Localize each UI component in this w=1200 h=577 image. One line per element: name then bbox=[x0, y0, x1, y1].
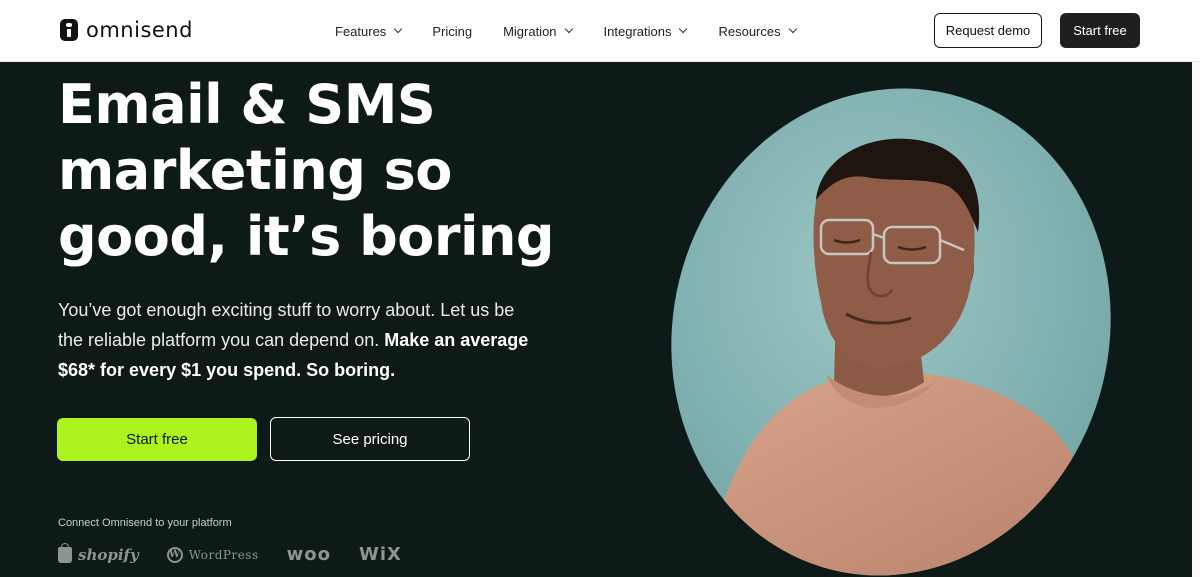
wix-logo[interactable]: WiX bbox=[359, 544, 402, 565]
platform-name: WiX bbox=[358, 544, 402, 565]
request-demo-button[interactable]: Request demo bbox=[934, 13, 1042, 48]
hero-section: Email & SMS marketing so good, it’s bori… bbox=[0, 62, 1192, 577]
headline-line: Email & SMS bbox=[58, 73, 436, 136]
headline-line: marketing so bbox=[58, 139, 452, 202]
nav-item-label: Integrations bbox=[603, 23, 672, 39]
hero-subheadline: You’ve got enough exciting stuff to worr… bbox=[58, 295, 538, 385]
hero-portrait-image bbox=[666, 82, 1116, 577]
chevron-down-icon bbox=[394, 24, 403, 34]
page-edge bbox=[1192, 62, 1200, 577]
platform-name: shopify bbox=[78, 545, 139, 564]
chevron-down-icon bbox=[679, 24, 688, 34]
hero-headline: Email & SMS marketing so good, it’s bori… bbox=[58, 72, 618, 270]
headline-line: good, it’s boring bbox=[58, 205, 555, 268]
nav-item-label: Migration bbox=[503, 23, 557, 39]
see-pricing-button[interactable]: See pricing bbox=[270, 417, 470, 461]
nav-item-label: Features bbox=[335, 23, 387, 39]
shopping-bag-icon bbox=[58, 542, 72, 563]
wordpress-logo[interactable]: W WordPress bbox=[166, 546, 259, 563]
nav-item-resources[interactable]: Resources bbox=[718, 23, 797, 39]
start-free-nav-button[interactable]: Start free bbox=[1060, 13, 1140, 48]
platform-name: WordPress bbox=[188, 547, 259, 562]
nav-item-pricing[interactable]: Pricing bbox=[432, 24, 472, 39]
top-nav: omnisend Features Pricing Migration Inte… bbox=[0, 0, 1200, 62]
shopify-logo[interactable]: shopify bbox=[58, 542, 139, 564]
connect-label: Connect Omnisend to your platform bbox=[58, 517, 232, 529]
nav-item-features[interactable]: Features bbox=[335, 23, 403, 39]
woocommerce-logo[interactable]: woo bbox=[287, 544, 331, 565]
main-menu: Features Pricing Migration Integrations … bbox=[335, 0, 797, 62]
omnisend-logo-icon bbox=[60, 19, 78, 41]
wordpress-icon: W bbox=[166, 546, 183, 563]
platform-logos: shopify W WordPress woo WiX bbox=[58, 542, 402, 565]
platform-name: woo bbox=[286, 544, 331, 565]
start-free-button[interactable]: Start free bbox=[57, 418, 257, 461]
nav-item-label: Pricing bbox=[432, 23, 473, 39]
chevron-down-icon bbox=[788, 24, 797, 34]
nav-item-label: Resources bbox=[718, 23, 781, 39]
chevron-down-icon bbox=[564, 24, 573, 34]
brand-name: omnisend bbox=[86, 18, 193, 42]
nav-item-migration[interactable]: Migration bbox=[503, 23, 573, 39]
logo[interactable]: omnisend bbox=[60, 16, 193, 44]
nav-item-integrations[interactable]: Integrations bbox=[603, 23, 688, 39]
